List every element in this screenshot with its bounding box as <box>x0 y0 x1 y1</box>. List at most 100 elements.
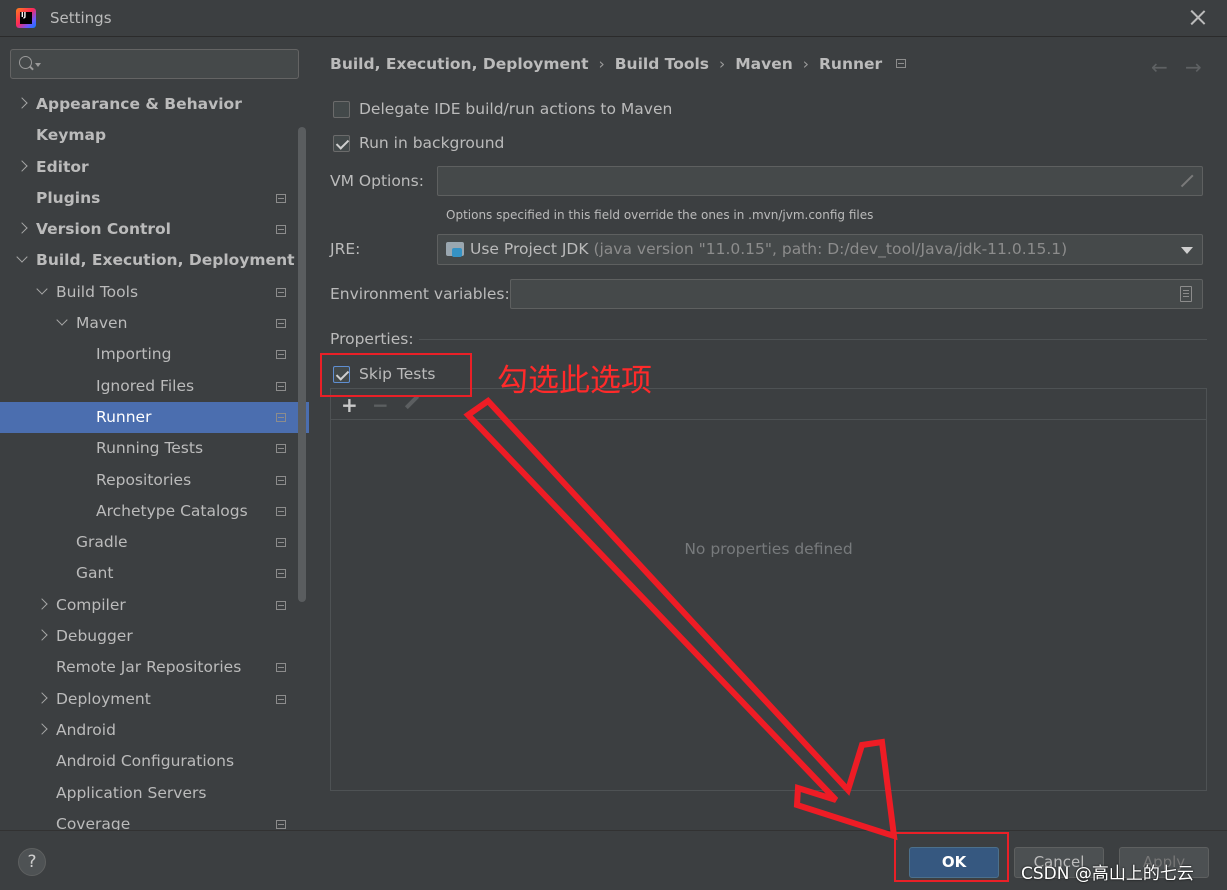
chevron-down-icon[interactable] <box>56 314 68 326</box>
tree-item[interactable]: Running Tests <box>0 433 309 464</box>
search-input[interactable] <box>10 49 299 79</box>
project-level-icon <box>276 225 286 235</box>
jre-select[interactable]: Use Project JDK (java version "11.0.15",… <box>437 234 1203 265</box>
env-vars-label: Environment variables: <box>330 285 510 303</box>
breadcrumb-separator: › <box>802 55 809 73</box>
breadcrumb-item[interactable]: Maven <box>735 55 793 73</box>
empty-properties-text: No properties defined <box>684 540 853 558</box>
tree-item[interactable]: Version Control <box>0 214 309 245</box>
tree-item[interactable]: Remote Jar Repositories <box>0 652 309 683</box>
chevron-right-icon[interactable] <box>16 222 28 234</box>
delegate-label[interactable]: Delegate IDE build/run actions to Maven <box>359 100 672 118</box>
tree-item-label: Appearance & Behavior <box>36 95 242 113</box>
tree-item-label: Repositories <box>96 470 192 489</box>
tree-item[interactable]: Importing <box>0 339 309 370</box>
tree-item-label: Coverage <box>56 814 131 830</box>
project-level-icon <box>276 538 286 548</box>
intellij-logo-icon <box>16 8 36 28</box>
tree-item[interactable]: Plugins <box>0 183 309 214</box>
tree-item[interactable]: Gant <box>0 558 309 589</box>
tree-item-label: Editor <box>36 157 89 176</box>
expand-icon[interactable] <box>1179 174 1193 188</box>
tree-item[interactable]: Debugger <box>0 621 309 652</box>
tree-item-label: Android <box>56 720 116 739</box>
window-title: Settings <box>50 9 112 27</box>
background-label[interactable]: Run in background <box>359 134 504 152</box>
tree-item[interactable]: Compiler <box>0 590 309 621</box>
tree-item[interactable]: Editor <box>0 152 309 183</box>
vm-options-hint: Options specified in this field override… <box>446 208 874 222</box>
project-level-icon <box>276 506 286 516</box>
tree-item[interactable]: Deployment <box>0 684 309 715</box>
tree-item-label: Android Configurations <box>56 752 235 771</box>
sidebar-scrollbar[interactable] <box>298 127 306 602</box>
project-level-icon <box>276 444 286 454</box>
tree-item-label: Plugins <box>36 188 101 207</box>
chevron-right-icon[interactable] <box>36 691 48 704</box>
env-vars-field[interactable] <box>510 279 1203 309</box>
back-arrow-icon[interactable]: ← <box>1151 55 1168 79</box>
project-level-icon <box>276 287 286 297</box>
tree-item-label: Running Tests <box>96 439 204 458</box>
delegate-checkbox[interactable] <box>333 101 350 118</box>
jre-detail: (java version "11.0.15", path: D:/dev_to… <box>588 240 1068 258</box>
tree-item[interactable]: Android Configurations <box>0 746 309 777</box>
annotation-text: 勾选此选项 <box>497 363 652 399</box>
tree-item[interactable]: Android <box>0 715 309 746</box>
project-level-icon <box>276 381 286 391</box>
close-icon[interactable] <box>1189 8 1207 26</box>
tree-item[interactable]: Build, Execution, Deployment <box>0 245 309 276</box>
vm-options-field[interactable] <box>437 166 1203 196</box>
tree-item[interactable]: Gradle <box>0 527 309 558</box>
tree-item[interactable]: Appearance & Behavior <box>0 89 309 120</box>
browse-document-icon[interactable] <box>1180 286 1192 302</box>
tree-item-label: Build Tools <box>56 282 139 301</box>
chevron-down-icon[interactable] <box>16 251 28 264</box>
chevron-right-icon[interactable] <box>36 723 48 735</box>
tree-item-label: Archetype Catalogs <box>96 501 248 520</box>
tree-item-label: Compiler <box>56 595 126 614</box>
chevron-down-icon[interactable] <box>1181 247 1193 254</box>
chevron-right-icon[interactable] <box>16 159 28 172</box>
project-level-icon <box>276 412 286 422</box>
help-button[interactable]: ? <box>18 848 46 876</box>
breadcrumb-item[interactable]: Build, Execution, Deployment <box>330 55 589 73</box>
tree-item[interactable]: Repositories <box>0 465 309 496</box>
breadcrumb-item[interactable]: Build Tools <box>615 55 709 73</box>
tree-item[interactable]: Maven <box>0 308 309 339</box>
properties-divider <box>419 339 1207 340</box>
project-level-icon <box>276 475 286 485</box>
settings-content: Build, Execution, Deployment › Build Tools… <box>309 37 1227 830</box>
chevron-right-icon[interactable] <box>16 97 28 109</box>
tree-item-label: Version Control <box>36 220 171 239</box>
annotation-ok-highlight-box <box>894 832 1009 882</box>
tree-item[interactable]: Keymap <box>0 120 309 151</box>
chevron-down-icon[interactable] <box>35 63 41 67</box>
tree-item[interactable]: Coverage <box>0 809 309 830</box>
tree-item[interactable]: Application Servers <box>0 778 309 809</box>
chevron-right-icon[interactable] <box>36 629 48 641</box>
tree-item-label: Remote Jar Repositories <box>56 658 242 677</box>
project-level-icon <box>276 193 286 203</box>
tree-item[interactable]: Ignored Files <box>0 371 309 402</box>
tree-item[interactable]: Runner <box>0 401 309 434</box>
tree-item-label: Gradle <box>76 533 128 552</box>
watermark-text: CSDN @高山上的七云 <box>1021 864 1194 884</box>
project-level-icon <box>276 319 286 329</box>
edit-icon[interactable] <box>404 396 418 410</box>
tree-item-label: Ignored Files <box>96 376 195 395</box>
background-checkbox[interactable] <box>333 135 350 152</box>
tree-item-label: Keymap <box>36 126 107 145</box>
tree-item[interactable]: Archetype Catalogs <box>0 496 309 527</box>
breadcrumb: Build, Execution, Deployment › Build Tools… <box>330 55 907 73</box>
project-level-icon <box>276 600 286 610</box>
tree-item[interactable]: Build Tools <box>0 277 309 308</box>
chevron-down-icon[interactable] <box>36 283 48 295</box>
breadcrumb-item: Runner <box>819 55 883 73</box>
chevron-right-icon[interactable] <box>36 598 48 610</box>
search-icon <box>19 56 32 69</box>
project-level-icon <box>276 819 286 829</box>
forward-arrow-icon[interactable]: → <box>1185 55 1202 79</box>
properties-table[interactable]: + − No properties defined <box>330 388 1207 791</box>
settings-sidebar: Appearance & Behavior Keymap Editor Plugins… <box>0 37 309 830</box>
